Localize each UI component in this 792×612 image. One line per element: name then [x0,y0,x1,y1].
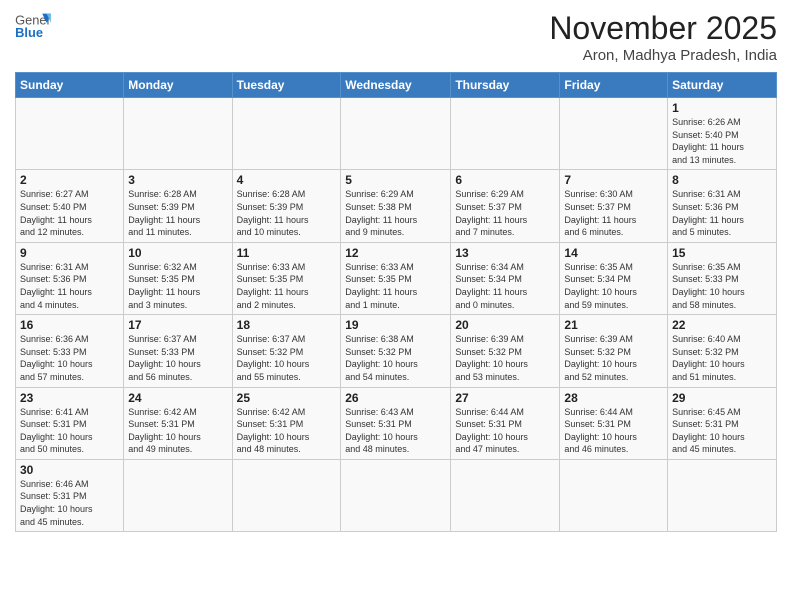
day-17: 17 Sunrise: 6:37 AMSunset: 5:33 PMDaylig… [124,315,232,387]
day-18: 18 Sunrise: 6:37 AMSunset: 5:32 PMDaylig… [232,315,341,387]
table-row: 1 Sunrise: 6:26 AMSunset: 5:40 PMDayligh… [16,98,777,170]
day-29: 29 Sunrise: 6:45 AMSunset: 5:31 PMDaylig… [668,387,777,459]
day-7: 7 Sunrise: 6:30 AMSunset: 5:37 PMDayligh… [560,170,668,242]
day-15: 15 Sunrise: 6:35 AMSunset: 5:33 PMDaylig… [668,242,777,314]
calendar: Sunday Monday Tuesday Wednesday Thursday… [15,72,777,532]
header-friday: Friday [560,73,668,98]
logo: General Blue [15,10,51,40]
month-title: November 2025 [549,10,777,47]
table-row: 2 Sunrise: 6:27 AMSunset: 5:40 PMDayligh… [16,170,777,242]
day-3: 3 Sunrise: 6:28 AMSunset: 5:39 PMDayligh… [124,170,232,242]
table-row: 9 Sunrise: 6:31 AMSunset: 5:36 PMDayligh… [16,242,777,314]
day-14: 14 Sunrise: 6:35 AMSunset: 5:34 PMDaylig… [560,242,668,314]
day-9: 9 Sunrise: 6:31 AMSunset: 5:36 PMDayligh… [16,242,124,314]
day-5: 5 Sunrise: 6:29 AMSunset: 5:38 PMDayligh… [341,170,451,242]
table-row: 30 Sunrise: 6:46 AMSunset: 5:31 PMDaylig… [16,459,777,531]
day-10: 10 Sunrise: 6:32 AMSunset: 5:35 PMDaylig… [124,242,232,314]
empty-cell [668,459,777,531]
table-row: 16 Sunrise: 6:36 AMSunset: 5:33 PMDaylig… [16,315,777,387]
day-2: 2 Sunrise: 6:27 AMSunset: 5:40 PMDayligh… [16,170,124,242]
header-tuesday: Tuesday [232,73,341,98]
day-8: 8 Sunrise: 6:31 AMSunset: 5:36 PMDayligh… [668,170,777,242]
empty-cell [232,98,341,170]
day-6: 6 Sunrise: 6:29 AMSunset: 5:37 PMDayligh… [451,170,560,242]
day-23: 23 Sunrise: 6:41 AMSunset: 5:31 PMDaylig… [16,387,124,459]
day-19: 19 Sunrise: 6:38 AMSunset: 5:32 PMDaylig… [341,315,451,387]
header-thursday: Thursday [451,73,560,98]
logo-icon: General Blue [15,10,51,40]
header-wednesday: Wednesday [341,73,451,98]
day-28: 28 Sunrise: 6:44 AMSunset: 5:31 PMDaylig… [560,387,668,459]
svg-text:Blue: Blue [15,25,43,40]
day-20: 20 Sunrise: 6:39 AMSunset: 5:32 PMDaylig… [451,315,560,387]
empty-cell [124,98,232,170]
location-title: Aron, Madhya Pradesh, India [549,47,777,64]
day-11: 11 Sunrise: 6:33 AMSunset: 5:35 PMDaylig… [232,242,341,314]
day-27: 27 Sunrise: 6:44 AMSunset: 5:31 PMDaylig… [451,387,560,459]
empty-cell [341,98,451,170]
day-24: 24 Sunrise: 6:42 AMSunset: 5:31 PMDaylig… [124,387,232,459]
header: General Blue November 2025 Aron, Madhya … [15,10,777,64]
day-21: 21 Sunrise: 6:39 AMSunset: 5:32 PMDaylig… [560,315,668,387]
title-block: November 2025 Aron, Madhya Pradesh, Indi… [549,10,777,64]
day-16: 16 Sunrise: 6:36 AMSunset: 5:33 PMDaylig… [16,315,124,387]
day-22: 22 Sunrise: 6:40 AMSunset: 5:32 PMDaylig… [668,315,777,387]
day-25: 25 Sunrise: 6:42 AMSunset: 5:31 PMDaylig… [232,387,341,459]
header-saturday: Saturday [668,73,777,98]
empty-cell [451,98,560,170]
empty-cell [560,459,668,531]
day-26: 26 Sunrise: 6:43 AMSunset: 5:31 PMDaylig… [341,387,451,459]
day-13: 13 Sunrise: 6:34 AMSunset: 5:34 PMDaylig… [451,242,560,314]
day-12: 12 Sunrise: 6:33 AMSunset: 5:35 PMDaylig… [341,242,451,314]
day-30: 30 Sunrise: 6:46 AMSunset: 5:31 PMDaylig… [16,459,124,531]
header-monday: Monday [124,73,232,98]
empty-cell [124,459,232,531]
empty-cell [560,98,668,170]
empty-cell [16,98,124,170]
table-row: 23 Sunrise: 6:41 AMSunset: 5:31 PMDaylig… [16,387,777,459]
page: General Blue November 2025 Aron, Madhya … [0,0,792,612]
header-sunday: Sunday [16,73,124,98]
day-4: 4 Sunrise: 6:28 AMSunset: 5:39 PMDayligh… [232,170,341,242]
weekday-header-row: Sunday Monday Tuesday Wednesday Thursday… [16,73,777,98]
day-1: 1 Sunrise: 6:26 AMSunset: 5:40 PMDayligh… [668,98,777,170]
empty-cell [232,459,341,531]
empty-cell [451,459,560,531]
empty-cell [341,459,451,531]
